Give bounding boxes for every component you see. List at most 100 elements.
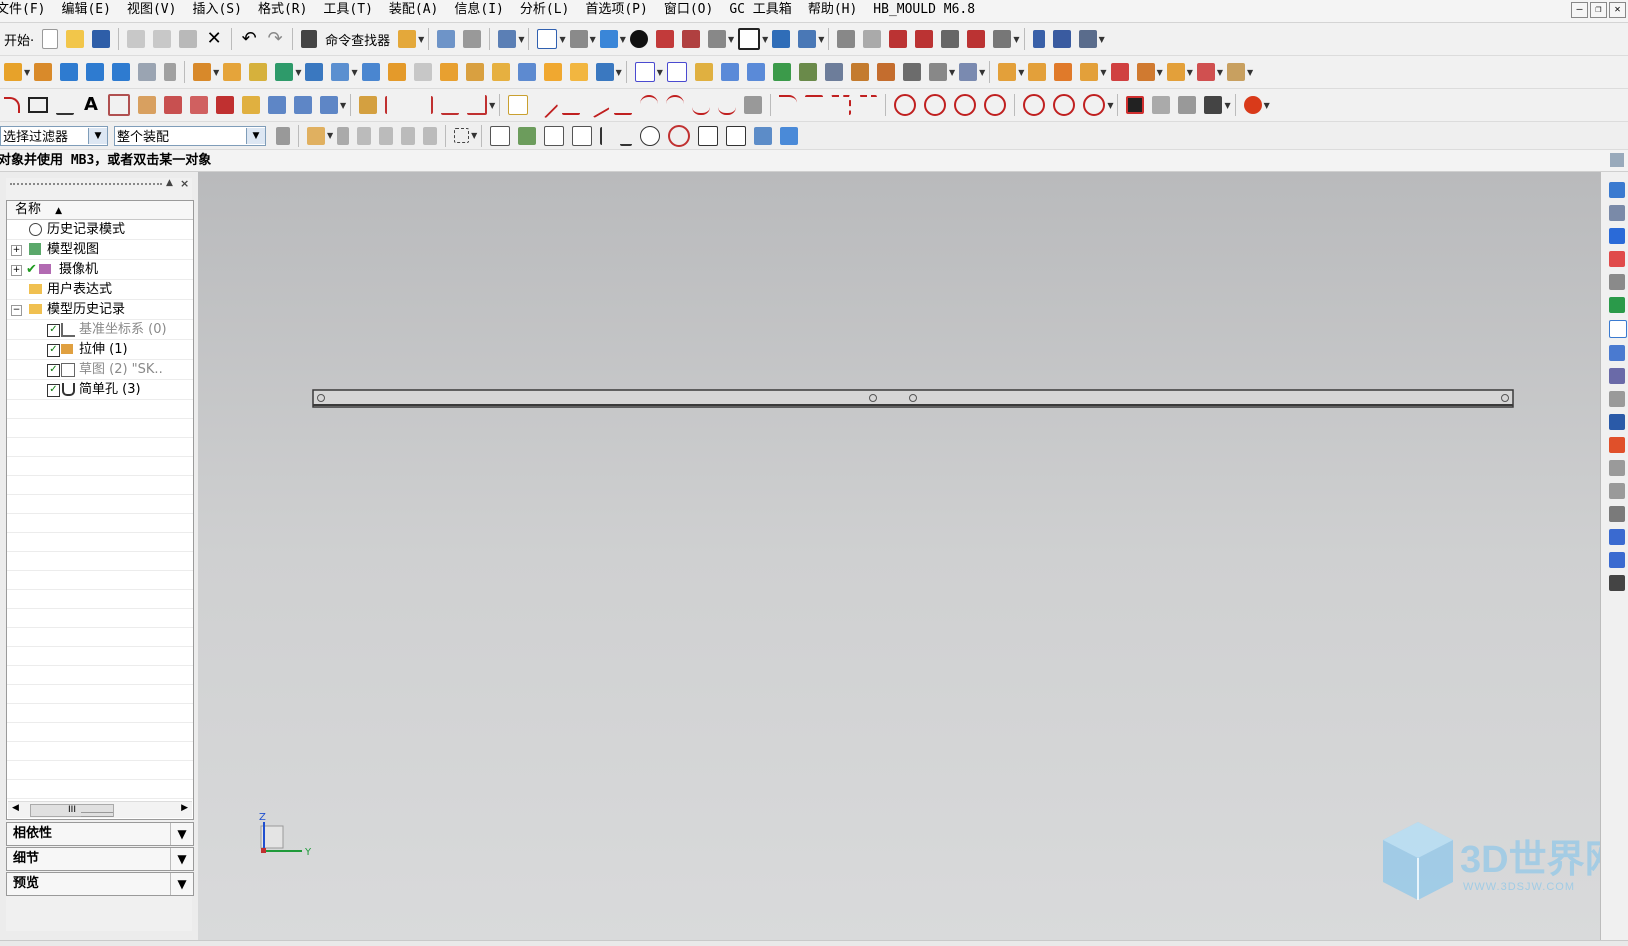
palette-icon-2[interactable] bbox=[1609, 483, 1625, 499]
patch-icon[interactable] bbox=[959, 63, 978, 81]
visibility-checkbox[interactable]: ✓ bbox=[47, 384, 60, 397]
chevron-down-icon[interactable]: ▼ bbox=[170, 823, 193, 845]
block-icon[interactable] bbox=[4, 63, 22, 81]
surface-icon-3[interactable] bbox=[915, 30, 934, 48]
reuse-library-icon[interactable] bbox=[1609, 251, 1625, 267]
clearance-icon[interactable] bbox=[1196, 63, 1215, 81]
menu-window[interactable]: 窗口(O) bbox=[656, 0, 721, 20]
tube-icon[interactable] bbox=[569, 63, 588, 81]
law-curve-icon[interactable] bbox=[138, 96, 156, 114]
revolve-icon[interactable] bbox=[60, 63, 79, 81]
polygon-icon[interactable] bbox=[56, 95, 74, 115]
snap-end-point-icon[interactable] bbox=[518, 126, 537, 145]
snap-mid-point-icon[interactable] bbox=[544, 125, 565, 146]
move-object-icon[interactable] bbox=[772, 30, 791, 48]
orient-view-icon[interactable] bbox=[599, 30, 618, 48]
line-angle-icon[interactable] bbox=[584, 91, 611, 119]
copy-icon[interactable] bbox=[153, 30, 172, 48]
tree-item-simple-hole[interactable]: ✓ 简单孔 (3) bbox=[7, 380, 193, 400]
dropdown-arrow-icon[interactable]: ▼ bbox=[1224, 101, 1230, 110]
tree-item-extrude[interactable]: ✓ 拉伸 (1) bbox=[7, 340, 193, 360]
part-navigator-icon[interactable] bbox=[1609, 228, 1625, 244]
sew-icon[interactable] bbox=[837, 30, 856, 48]
restore-button[interactable]: ❐ bbox=[1590, 2, 1607, 18]
combined-curve-icon[interactable] bbox=[320, 96, 338, 114]
dropdown-arrow-icon[interactable]: ▼ bbox=[327, 131, 333, 140]
extract-curve-icon[interactable] bbox=[294, 96, 312, 114]
paste-icon[interactable] bbox=[179, 30, 198, 48]
filter-reset-icon[interactable] bbox=[276, 126, 290, 145]
collapse-icon[interactable]: − bbox=[11, 305, 22, 316]
palette-icon-5[interactable] bbox=[1609, 552, 1625, 568]
dropdown-arrow-icon[interactable]: ▼ bbox=[979, 68, 985, 77]
ruled-icon[interactable] bbox=[772, 63, 791, 81]
tree-item-model-views[interactable]: + 模型视图 bbox=[7, 240, 193, 260]
edit-section-icon[interactable] bbox=[681, 30, 700, 48]
delete-icon[interactable]: ✕ bbox=[205, 30, 223, 48]
manufacturing-wizard-icon[interactable] bbox=[1609, 391, 1625, 407]
dropdown-arrow-icon[interactable]: ▼ bbox=[1187, 68, 1193, 77]
arc-3pt-icon[interactable] bbox=[666, 95, 685, 115]
visibility-checkbox[interactable]: ✓ bbox=[47, 364, 60, 377]
cut-icon[interactable] bbox=[127, 30, 146, 48]
projected-curve-icon[interactable] bbox=[242, 96, 260, 114]
touch-mode-icon[interactable] bbox=[398, 30, 417, 48]
offset-curve-icon[interactable] bbox=[164, 96, 182, 114]
fit-icon[interactable] bbox=[437, 30, 456, 48]
menu-insert[interactable]: 插入(S) bbox=[184, 0, 249, 20]
section-view-icon[interactable] bbox=[655, 30, 674, 48]
menu-hb-mould[interactable]: HB_MOULD M6.8 bbox=[865, 0, 983, 20]
chevron-down-icon[interactable]: ▼ bbox=[170, 873, 193, 895]
zoom-icon[interactable] bbox=[463, 30, 482, 48]
visibility-checkbox[interactable]: ✓ bbox=[47, 324, 60, 337]
shell-icon[interactable] bbox=[439, 63, 458, 81]
palette-icon-6[interactable] bbox=[1609, 575, 1625, 591]
snap-enable-icon[interactable] bbox=[490, 125, 511, 146]
chevron-down-icon[interactable]: ▼ bbox=[246, 127, 265, 144]
snap-point-icon[interactable] bbox=[307, 126, 325, 145]
selection-scope-dropdown[interactable]: 整个装配 ▼ bbox=[114, 125, 266, 146]
rectangle-icon[interactable] bbox=[28, 97, 48, 113]
dropdown-arrow-icon[interactable]: ▼ bbox=[489, 101, 495, 110]
chevron-down-icon[interactable]: ▼ bbox=[170, 848, 193, 870]
emboss-icon[interactable] bbox=[595, 63, 614, 81]
tree-column-header[interactable]: 名称 ▲ bbox=[7, 201, 193, 220]
ellipse-icon[interactable] bbox=[1023, 94, 1046, 116]
snap-arc-center-icon[interactable] bbox=[620, 126, 633, 146]
hd3d-tools-icon[interactable] bbox=[1609, 274, 1625, 290]
dropdown-arrow-icon[interactable]: ▼ bbox=[471, 131, 477, 140]
trim-body-icon[interactable] bbox=[223, 63, 242, 81]
surface-icon-1[interactable] bbox=[863, 30, 882, 48]
roles-icon[interactable] bbox=[1609, 414, 1625, 430]
palette-icon-4[interactable] bbox=[1609, 529, 1625, 545]
dropdown-arrow-icon[interactable]: ▼ bbox=[1099, 35, 1105, 44]
tree-item-datum-csys[interactable]: ✓ 基准坐标系 (0) bbox=[7, 320, 193, 340]
divide-curve-icon[interactable] bbox=[441, 95, 460, 115]
visibility-checkbox[interactable]: ✓ bbox=[47, 344, 60, 357]
menu-file[interactable]: 文件(F) bbox=[0, 0, 53, 20]
dropdown-arrow-icon[interactable]: ▼ bbox=[1264, 101, 1270, 110]
studio-surface-icon[interactable] bbox=[798, 63, 817, 81]
section-curve-icon[interactable] bbox=[268, 96, 286, 114]
dropdown-arrow-icon[interactable]: ▼ bbox=[1107, 101, 1113, 110]
snap-point-on-face-icon[interactable] bbox=[726, 125, 747, 146]
layer-settings-icon[interactable] bbox=[738, 28, 761, 50]
cube-icon[interactable] bbox=[780, 126, 799, 145]
sequence-icon[interactable] bbox=[1227, 63, 1246, 81]
extrude-icon[interactable] bbox=[34, 63, 53, 81]
film-icon[interactable] bbox=[1126, 96, 1145, 114]
select-face-icon[interactable] bbox=[401, 126, 416, 145]
graphics-window[interactable]: Z Y 3D世界网 WWW.3DSJW.COM bbox=[198, 172, 1600, 940]
dropdown-arrow-icon[interactable]: ▼ bbox=[616, 68, 622, 77]
film-disabled-icon[interactable] bbox=[1152, 96, 1171, 114]
line-tangent-icon[interactable] bbox=[614, 95, 633, 115]
dropdown-arrow-icon[interactable]: ▼ bbox=[818, 35, 824, 44]
dropdown-arrow-icon[interactable]: ▼ bbox=[24, 68, 30, 77]
text-icon[interactable]: A bbox=[82, 96, 100, 114]
close-button[interactable]: ✕ bbox=[1609, 2, 1626, 18]
drawing-sheet-icon[interactable] bbox=[1204, 96, 1223, 114]
trim-curve-icon[interactable] bbox=[385, 96, 405, 114]
datum-plane-icon[interactable] bbox=[634, 62, 655, 82]
snap-intersection-icon[interactable] bbox=[600, 126, 612, 145]
tree-item-cameras[interactable]: + ✔ 摄像机 bbox=[7, 260, 193, 280]
